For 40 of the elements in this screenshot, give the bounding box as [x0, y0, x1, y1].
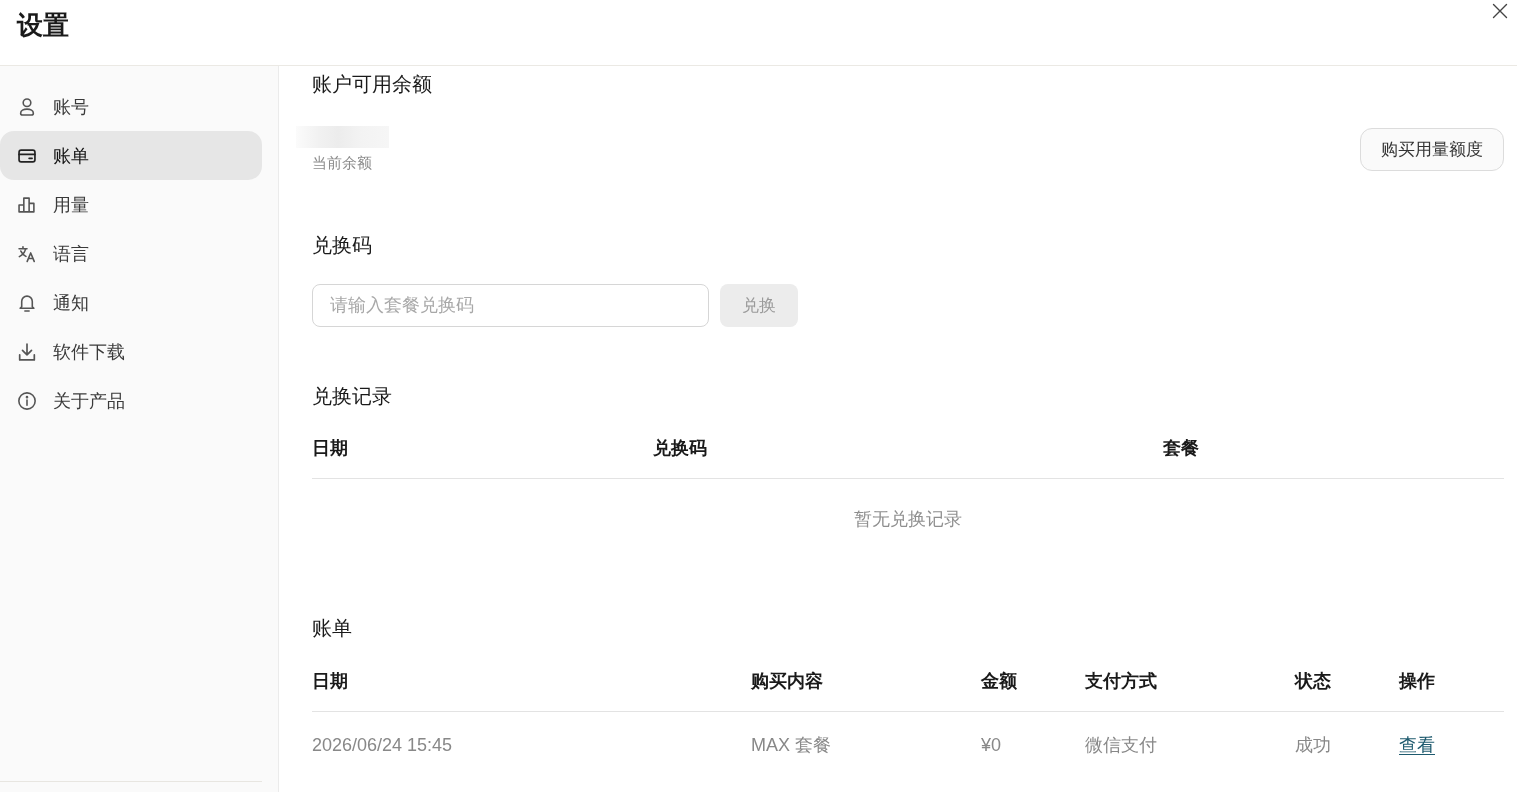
- sidebar-item[interactable]: 关于产品: [0, 376, 262, 425]
- table-cell-text: MAX 套餐: [751, 734, 831, 757]
- column-header: 购买内容: [751, 670, 823, 693]
- redeem-code-input[interactable]: 请输入套餐兑换码: [312, 284, 709, 327]
- sidebar-item[interactable]: 用量: [0, 180, 262, 229]
- section-title: 账户可用余额: [312, 72, 432, 97]
- table-cell-text: 2026/06/24 15:45: [312, 734, 453, 757]
- info-icon: [18, 391, 36, 410]
- user-icon: [18, 97, 36, 116]
- sidebar-item[interactable]: 软件下载: [0, 327, 262, 376]
- sidebar-item[interactable]: 账单: [0, 131, 262, 180]
- table-cell-text: ¥0: [981, 734, 1002, 757]
- sidebar-item[interactable]: 通知: [0, 278, 262, 327]
- window-title: 设置: [17, 9, 69, 42]
- column-header: 日期: [312, 437, 348, 460]
- download-icon: [18, 342, 36, 361]
- bell-icon: [18, 293, 36, 312]
- section-title: 兑换记录: [312, 384, 392, 409]
- column-header: 状态: [1295, 670, 1331, 693]
- table-cell-text: 微信支付: [1085, 734, 1157, 757]
- card-icon: [18, 146, 36, 165]
- section-title: 兑换码: [312, 233, 372, 258]
- view-link[interactable]: 查看: [1399, 733, 1435, 757]
- balance-caption: 当前余额: [312, 153, 372, 173]
- sidebar-item[interactable]: 语言: [0, 229, 262, 278]
- empty-message: 暂无兑换记录: [854, 508, 962, 531]
- column-header: 日期: [312, 670, 348, 693]
- section-title: 账单: [312, 616, 352, 641]
- close-icon: [1492, 3, 1508, 19]
- table-cell-text: 成功: [1295, 734, 1331, 757]
- column-header: 金额: [981, 670, 1017, 693]
- column-header: 兑换码: [653, 437, 707, 460]
- close-button[interactable]: [1491, 2, 1509, 20]
- bar-chart-icon: [18, 195, 36, 214]
- column-header: 套餐: [1163, 437, 1199, 460]
- translate-icon: [18, 244, 36, 263]
- buy-quota-button[interactable]: 购买用量额度: [1360, 128, 1504, 171]
- column-header: 操作: [1399, 670, 1435, 693]
- column-header: 支付方式: [1085, 670, 1157, 693]
- sidebar-item[interactable]: 账号: [0, 82, 262, 131]
